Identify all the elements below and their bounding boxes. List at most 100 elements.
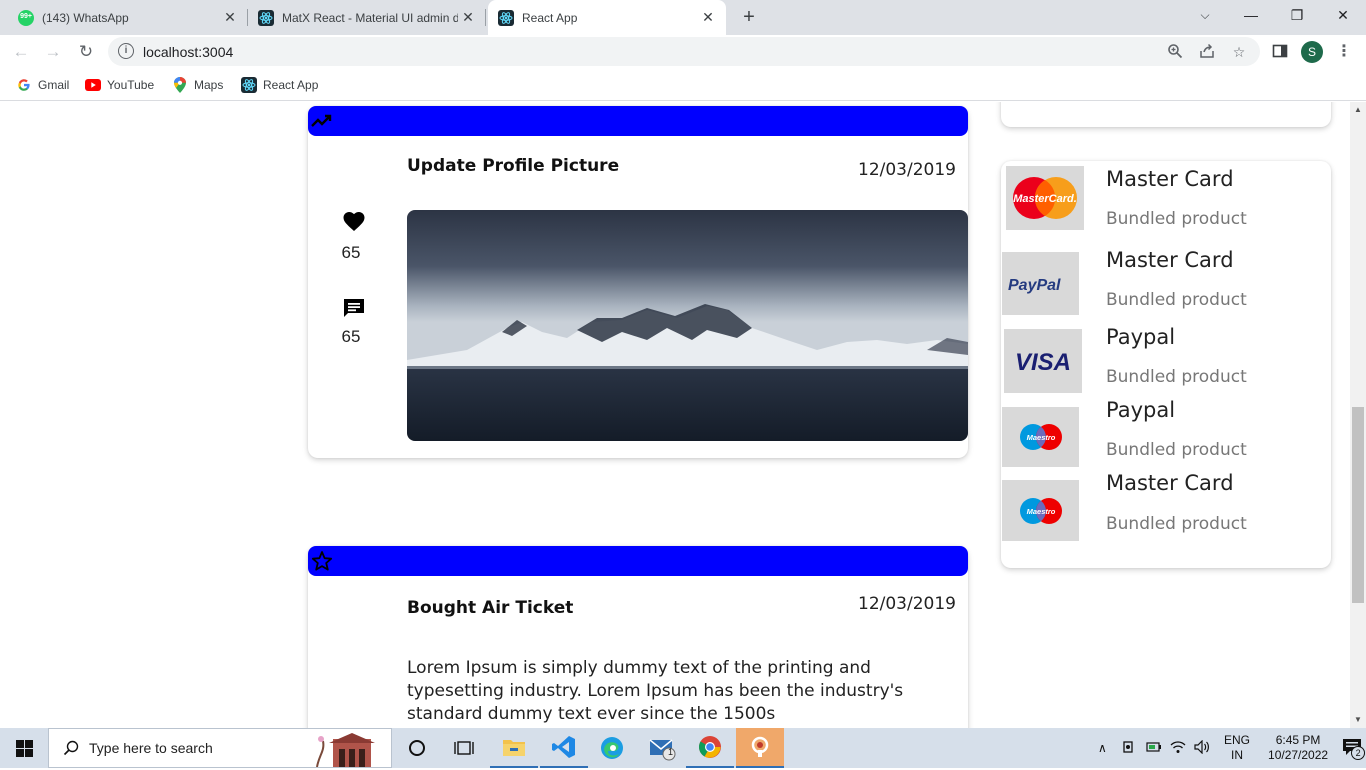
tab-title: (143) WhatsApp <box>42 10 129 25</box>
close-tab-icon[interactable]: ✕ <box>458 9 478 26</box>
search-highlight-image <box>313 731 389 768</box>
windows-start-icon[interactable] <box>0 728 48 768</box>
clock[interactable]: 6:45 PM 10/27/2022 <box>1268 733 1328 763</box>
close-tab-icon[interactable]: ✕ <box>698 9 718 26</box>
activity-title: Update Profile Picture <box>407 156 620 176</box>
language-label: ENG <box>1224 733 1251 747</box>
tab-react-app[interactable]: React App ✕ <box>488 0 726 35</box>
system-tray: ∧ ENG IN 6:45 PM 10/27/2022 2 <box>1098 728 1366 768</box>
volume-icon[interactable] <box>1194 739 1212 757</box>
card-header-band <box>308 106 968 136</box>
minimize-icon[interactable]: — <box>1228 0 1274 32</box>
bookmarks-bar: Gmail YouTube Maps React App <box>0 69 1366 101</box>
activity-body-text: Lorem Ipsum is simply dummy text of the … <box>407 658 904 724</box>
maestro-logo-text: Maestro <box>1026 507 1055 516</box>
mail-icon[interactable]: 1 <box>638 728 686 768</box>
back-arrow-icon[interactable]: ← <box>8 39 34 65</box>
chevron-down-icon[interactable]: ⌵ <box>1192 0 1218 32</box>
comment-icon[interactable] <box>342 296 366 318</box>
side-panel-icon[interactable] <box>1272 43 1288 59</box>
tab-strip: 99+ (143) WhatsApp ✕ MatX React - Materi… <box>0 0 1366 35</box>
bookmark-label: YouTube <box>107 78 155 92</box>
tab-title: MatX React - Material UI admin d <box>282 10 458 25</box>
scrollbar-thumb[interactable] <box>1352 407 1364 603</box>
react-icon <box>241 77 257 93</box>
clock-date: 10/27/2022 <box>1268 748 1329 762</box>
new-tab-button[interactable]: + <box>737 4 761 30</box>
product-name: Paypal <box>1106 325 1176 349</box>
info-icon[interactable]: i <box>118 43 134 59</box>
side-card-top <box>1001 102 1331 127</box>
taskbar-search-box[interactable]: Type here to search <box>48 728 392 768</box>
scroll-up-arrow-icon[interactable]: ▲ <box>1350 102 1366 118</box>
url-text[interactable]: localhost:3004 <box>143 44 233 60</box>
visa-logo: VISA <box>1004 329 1082 393</box>
tab-title: React App <box>522 10 578 25</box>
bookmark-star-icon[interactable]: ☆ <box>1230 43 1248 61</box>
close-window-icon[interactable]: ✕ <box>1320 0 1366 32</box>
mastercard-logo: MasterCard. <box>1006 166 1084 230</box>
notification-icon[interactable]: 2 <box>1342 738 1366 760</box>
bookmark-label: Gmail <box>38 78 70 92</box>
bookmark-label: Maps <box>194 78 224 92</box>
forward-arrow-icon[interactable]: → <box>40 39 66 65</box>
comments-count: 65 <box>341 327 361 346</box>
heart-icon[interactable] <box>342 210 366 234</box>
page-viewport: Update Profile Picture 12/03/2019 65 65 <box>0 102 1350 728</box>
page-scrollbar[interactable]: ▲ ▼ <box>1350 102 1366 728</box>
profile-photo-image <box>407 210 968 441</box>
reload-icon[interactable]: ↻ <box>73 39 99 65</box>
product-name: Master Card <box>1106 471 1234 495</box>
chrome-icon[interactable] <box>686 728 734 768</box>
scroll-down-arrow-icon[interactable]: ▼ <box>1350 712 1366 728</box>
vscode-icon[interactable] <box>540 728 588 768</box>
share-icon[interactable] <box>1198 43 1216 61</box>
bookmark-maps[interactable]: Maps <box>172 77 223 93</box>
maestro-logo-text: Maestro <box>1026 433 1055 442</box>
profile-avatar[interactable]: S <box>1301 41 1323 63</box>
activity-title: Bought Air Ticket <box>407 598 574 618</box>
address-bar[interactable]: i localhost:3004 ☆ <box>108 37 1260 66</box>
bookmark-youtube[interactable]: YouTube <box>85 77 154 93</box>
product-subtitle: Bundled product <box>1106 440 1247 460</box>
maestro-logo: Maestro <box>1002 407 1079 467</box>
language-indicator[interactable]: ENG IN <box>1224 733 1250 763</box>
product-subtitle: Bundled product <box>1106 290 1247 310</box>
card-header-band <box>308 546 968 576</box>
activity-date: 12/03/2019 <box>858 594 956 614</box>
product-name: Paypal <box>1106 398 1176 422</box>
battery-icon[interactable] <box>1146 741 1164 756</box>
clock-time: 6:45 PM <box>1275 733 1321 747</box>
bookmark-react-app[interactable]: React App <box>241 77 318 93</box>
bookmark-gmail[interactable]: Gmail <box>16 77 69 93</box>
edge-icon[interactable] <box>588 728 636 768</box>
paypal-logo: PayPal <box>1002 252 1079 315</box>
mail-badge: 1 <box>668 747 674 757</box>
menu-dots-icon[interactable]: ⋮ <box>1336 39 1352 65</box>
meet-now-icon[interactable] <box>1122 740 1140 757</box>
timeline-card-profile-picture: Update Profile Picture 12/03/2019 65 65 <box>308 106 968 458</box>
mastercard-logo-text: MasterCard. <box>1013 193 1077 205</box>
svg-text:PayPal: PayPal <box>1008 277 1061 294</box>
search-icon <box>63 740 79 756</box>
restore-icon[interactable]: ❐ <box>1274 0 1320 32</box>
likes-count: 65 <box>341 243 361 262</box>
whatsapp-icon: 99+ <box>18 9 34 26</box>
zoom-icon[interactable] <box>1166 43 1184 61</box>
file-explorer-icon[interactable] <box>490 728 538 768</box>
tab-matx[interactable]: MatX React - Material UI admin d ✕ <box>248 0 486 35</box>
taskbar-search-placeholder: Type here to search <box>89 740 213 756</box>
app-tool-icon[interactable] <box>736 728 784 768</box>
activity-date: 12/03/2019 <box>858 160 956 180</box>
task-view-icon[interactable] <box>440 728 488 768</box>
wifi-icon[interactable] <box>1170 740 1188 757</box>
browser-toolbar: ← → ↻ i localhost:3004 ☆ S ⋮ <box>0 35 1366 69</box>
cortana-icon[interactable] <box>393 728 441 768</box>
maps-icon <box>172 77 188 93</box>
tab-whatsapp[interactable]: 99+ (143) WhatsApp ✕ <box>8 0 248 35</box>
star-outline-icon <box>310 550 334 572</box>
visa-logo-text: VISA <box>1015 349 1071 375</box>
whatsapp-badge: 99+ <box>20 12 32 20</box>
close-tab-icon[interactable]: ✕ <box>220 9 240 26</box>
chevron-up-icon[interactable]: ∧ <box>1098 741 1112 755</box>
